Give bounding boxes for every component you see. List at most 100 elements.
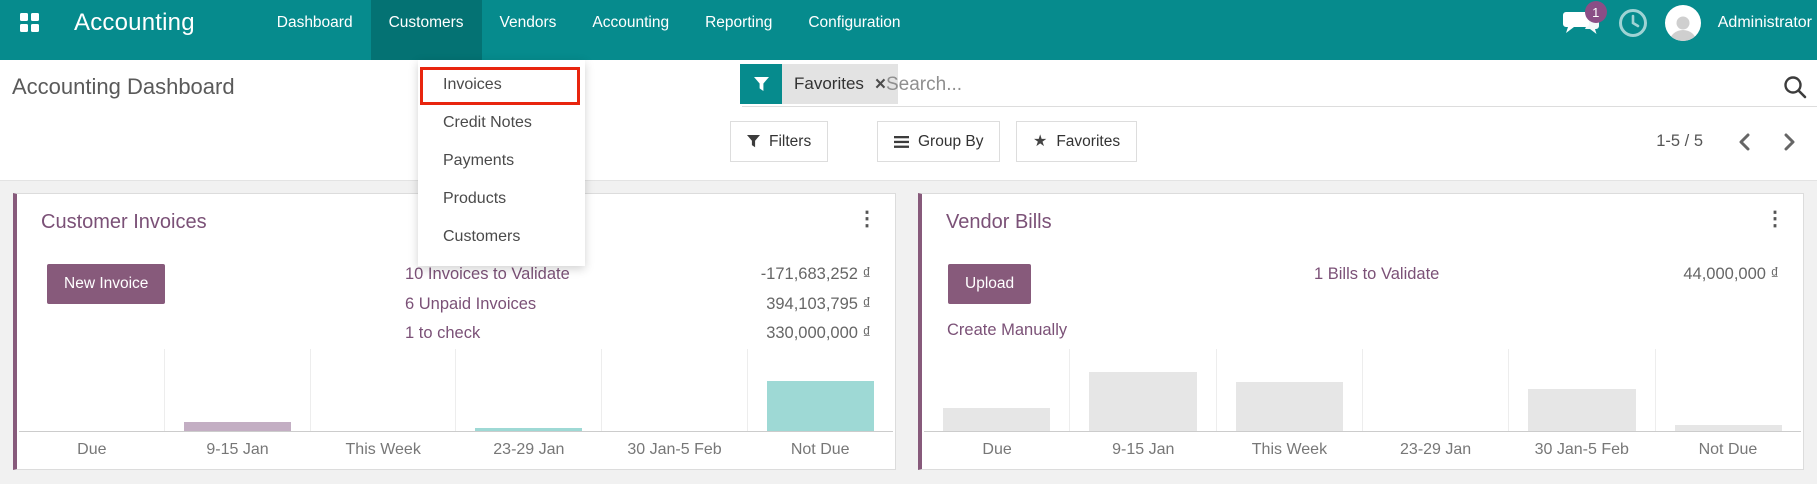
chart-column [924, 349, 1069, 431]
customer-invoices-chart: Due 9-15 Jan This Week 23-29 Jan 30 Jan-5 Fe… [19, 349, 893, 465]
x-axis-label: 30 Jan-5 Feb [1534, 441, 1629, 458]
chart-column [601, 349, 747, 431]
message-count-badge[interactable]: 1 [1584, 1, 1607, 23]
chart-column [1508, 349, 1654, 431]
chart-bar[interactable] [942, 408, 1051, 431]
unpaid-invoices-link[interactable]: 6 Unpaid Invoices [405, 295, 536, 314]
x-axis-label: 9-15 Jan [1112, 441, 1175, 458]
chart-plot [19, 349, 893, 432]
x-axis-label: Due [982, 441, 1012, 458]
dropdown-item-invoices[interactable]: Invoices [418, 66, 585, 104]
dropdown-item-credit-notes[interactable]: Credit Notes [418, 104, 585, 142]
customers-dropdown-menu: Invoices Credit Notes Payments Products … [418, 60, 585, 266]
dropdown-item-payments[interactable]: Payments [418, 142, 585, 180]
stat-row: 1 Bills to Validate 44,000,000 ₫ [1314, 260, 1779, 290]
bills-to-validate-amount: 44,000,000 ₫ [1683, 265, 1779, 284]
group-by-button-label: Group By [918, 132, 984, 150]
chart-column [747, 349, 893, 431]
card-kebab-menu-icon[interactable]: ⋮ [857, 206, 877, 231]
x-axis-label: Not Due [790, 441, 850, 458]
app-title[interactable]: Accounting [74, 9, 195, 37]
messages-icon[interactable]: 1 [1562, 1, 1607, 38]
x-axis-label: Due [77, 441, 107, 458]
user-avatar[interactable] [1664, 5, 1701, 41]
menu-item-configuration[interactable]: Configuration [790, 0, 918, 60]
vendor-bills-card: Vendor Bills ⋮ Upload Create Manually 1 … [918, 193, 1804, 470]
menu-item-dashboard[interactable]: Dashboard [259, 0, 371, 60]
new-invoice-button[interactable]: New Invoice [47, 264, 166, 304]
chart-bar[interactable] [1089, 371, 1197, 431]
pager-previous-button[interactable] [1727, 121, 1761, 162]
x-axis-label: This Week [1251, 441, 1328, 458]
search-icon[interactable] [1782, 74, 1808, 105]
chart-column [1215, 349, 1362, 431]
x-axis-label: 23-29 Jan [1400, 441, 1472, 458]
chart-column [1069, 349, 1215, 431]
pager: 1-5 / 5 [1656, 121, 1807, 162]
invoices-to-validate-amount: -171,683,252 ₫ [760, 265, 871, 284]
chart-x-axis: Due 9-15 Jan This Week 23-29 Jan 30 Jan-5 Fe… [19, 432, 893, 459]
chart-bar[interactable] [475, 427, 583, 431]
create-manually-link[interactable]: Create Manually [947, 321, 1067, 340]
menu-item-accounting[interactable]: Accounting [574, 0, 687, 60]
facet-label: Favorites [794, 74, 864, 93]
stat-row: 1 to check 330,000,000 ₫ [405, 319, 871, 349]
card-kebab-menu-icon[interactable]: ⋮ [1765, 206, 1785, 231]
dropdown-item-products[interactable]: Products [418, 180, 585, 218]
stat-row: 6 Unpaid Invoices 394,103,795 ₫ [405, 290, 871, 320]
chart-bar[interactable] [1235, 381, 1344, 431]
dropdown-item-customers[interactable]: Customers [418, 218, 585, 256]
x-axis-label: This Week [345, 441, 421, 458]
upload-button[interactable]: Upload [948, 264, 1032, 304]
x-axis-label: Not Due [1698, 441, 1758, 458]
bills-to-validate-link[interactable]: 1 Bills to Validate [1314, 265, 1439, 284]
chart-column [455, 349, 601, 431]
chart-bar[interactable] [1674, 425, 1783, 431]
facet-filter-icon [740, 64, 782, 104]
filters-button[interactable]: Filters [730, 121, 829, 162]
invoices-to-validate-link[interactable]: 10 Invoices to Validate [405, 265, 570, 284]
group-by-bars-icon [894, 135, 909, 148]
chart-column [19, 349, 164, 431]
chart-plot [924, 349, 1801, 432]
vendor-bills-chart: Due 9-15 Jan This Week 23-29 Jan 30 Jan-5 Fe… [924, 349, 1801, 465]
top-navbar: Accounting Dashboard Customers Vendors A… [0, 0, 1817, 60]
search-input[interactable] [884, 66, 1508, 104]
x-axis-label: 23-29 Jan [493, 441, 565, 458]
vendor-bills-stats: 1 Bills to Validate 44,000,000 ₫ [1314, 260, 1779, 290]
apps-grid-icon[interactable] [20, 13, 40, 33]
star-icon: ★ [1033, 132, 1048, 150]
to-check-amount: 330,000,000 ₫ [766, 324, 871, 343]
systray: 1 Administrator [1562, 1, 1817, 41]
accounting-dashboard-screen: Accounting Dashboard Customers Vendors A… [0, 0, 1817, 484]
pager-range: 1-5 / 5 [1656, 132, 1703, 150]
chart-bar[interactable] [1528, 389, 1636, 431]
menu-item-customers[interactable]: Customers [370, 0, 482, 60]
favorites-button[interactable]: ★ Favorites [1016, 121, 1138, 162]
search-facet-favorites[interactable]: Favorites × [740, 64, 899, 104]
customer-invoices-title[interactable]: Customer Invoices [41, 211, 207, 234]
breadcrumb-page-title: Accounting Dashboard [12, 74, 235, 99]
chart-column [1654, 349, 1801, 431]
filters-button-label: Filters [769, 132, 812, 150]
unpaid-invoices-amount: 394,103,795 ₫ [766, 294, 871, 313]
x-axis-label: 30 Jan-5 Feb [627, 441, 722, 458]
menu-item-reporting[interactable]: Reporting [687, 0, 790, 60]
to-check-link[interactable]: 1 to check [405, 324, 480, 343]
group-by-button[interactable]: Group By [877, 121, 1001, 162]
chart-column [163, 349, 310, 431]
pager-next-button[interactable] [1773, 121, 1807, 162]
chart-bar[interactable] [183, 421, 291, 431]
chart-column [1361, 349, 1508, 431]
menu-item-vendors[interactable]: Vendors [482, 0, 575, 60]
user-name[interactable]: Administrator [1718, 14, 1812, 32]
chart-bar[interactable] [766, 380, 875, 431]
customer-invoices-stats: 10 Invoices to Validate -171,683,252 ₫ 6… [405, 260, 871, 349]
chart-column [309, 349, 456, 431]
x-axis-label: 9-15 Jan [206, 441, 269, 458]
facet-body: Favorites × [782, 64, 899, 104]
activities-clock-icon[interactable] [1618, 8, 1648, 38]
vendor-bills-title[interactable]: Vendor Bills [946, 211, 1052, 234]
main-menu: Dashboard Customers Vendors Accounting R… [259, 0, 919, 60]
filter-funnel-icon [747, 135, 760, 148]
